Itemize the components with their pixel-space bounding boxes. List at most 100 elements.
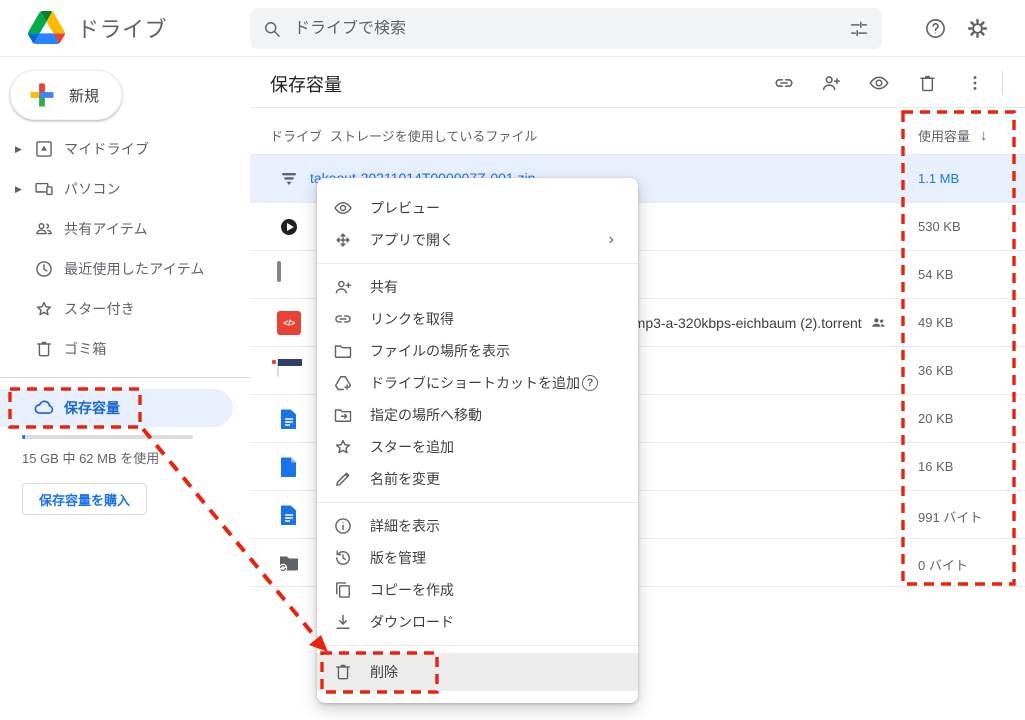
location-label[interactable]: ドライブ xyxy=(270,126,322,145)
menu-item-show-file-location[interactable]: ファイルの場所を表示 xyxy=(317,335,638,367)
sidebar-item-storage-selected[interactable]: 保存容量 xyxy=(0,389,233,427)
help-icon[interactable]: ? xyxy=(582,375,598,391)
menu-item-rename[interactable]: 名前を変更 xyxy=(317,463,638,495)
sidebar-item-shared-with-me[interactable]: 共有アイテム xyxy=(0,209,250,249)
menu-item-make-copy[interactable]: コピーを作成 xyxy=(317,574,638,606)
sidebar-item-label: マイドライブ xyxy=(64,141,150,157)
size-column-label: 使用容量 xyxy=(918,129,971,144)
sidebar-item-label: ゴミ箱 xyxy=(64,341,107,357)
menu-divider xyxy=(317,645,638,646)
menu-item-add-shortcut-to-drive[interactable]: ドライブにショートカットを追加 ? xyxy=(317,367,638,399)
my-drive-icon xyxy=(36,141,52,157)
sidebar-item-label: 共有アイテム xyxy=(64,221,148,237)
download-icon xyxy=(336,614,350,629)
menu-item-add-star[interactable]: スターを追加 xyxy=(317,431,638,463)
storage-progress-fill xyxy=(22,435,25,439)
menu-item-download[interactable]: ダウンロード xyxy=(317,606,638,638)
star-icon xyxy=(36,301,52,316)
help-icon[interactable] xyxy=(920,13,950,43)
expand-arrow-icon[interactable]: ▶ xyxy=(15,144,22,155)
storage-usage-text: 15 GB 中 62 MB を使用 xyxy=(22,451,160,466)
top-app-bar: ドライブ xyxy=(0,0,1025,57)
document-file-icon xyxy=(281,409,296,429)
sidebar-item-trash[interactable]: ゴミ箱 xyxy=(0,329,250,369)
star-icon xyxy=(335,439,351,454)
file-size: 20 KB xyxy=(918,411,954,426)
files-using-storage-label: ストレージを使用しているファイル xyxy=(330,129,538,144)
person-add-icon xyxy=(335,280,352,294)
webpage-image-file-icon xyxy=(272,358,302,377)
drive-logo-block[interactable]: ドライブ xyxy=(28,11,167,44)
add-shortcut-icon xyxy=(334,376,352,391)
file-size: 0 バイト xyxy=(918,558,968,573)
search-bar[interactable] xyxy=(250,8,882,49)
eye-icon xyxy=(334,202,352,214)
file-size: 49 KB xyxy=(918,315,954,330)
file-size: 530 KB xyxy=(918,219,961,234)
size-column-header[interactable]: 使用容量 ↓ xyxy=(918,126,988,145)
trash-icon xyxy=(37,341,51,357)
sidebar-item-my-drive[interactable]: ▶ マイドライブ xyxy=(0,129,250,169)
main-titlebar: 保存容量 xyxy=(250,57,1025,108)
sidebar-item-computers[interactable]: ▶ パソコン xyxy=(0,169,250,209)
file-size: 1.1 MB xyxy=(918,171,960,186)
more-options-icon[interactable] xyxy=(961,69,989,97)
computers-icon xyxy=(35,182,53,196)
search-options-tune-icon[interactable] xyxy=(848,18,870,40)
menu-item-share[interactable]: 共有 xyxy=(317,271,638,303)
sidebar-item-label: 最近使用したアイテム xyxy=(64,261,205,277)
page-title: 保存容量 xyxy=(270,75,342,95)
list-header: ドライブ ストレージを使用しているファイル 使用容量 ↓ xyxy=(250,108,1025,155)
search-input[interactable] xyxy=(294,19,848,38)
menu-item-view-details[interactable]: 詳細を表示 xyxy=(317,510,638,542)
buy-storage-button[interactable]: 保存容量を購入 xyxy=(22,483,148,515)
version-history-icon xyxy=(336,550,350,565)
folder-icon xyxy=(334,345,352,358)
file-size: 54 KB xyxy=(918,267,954,282)
google-drive-logo-icon xyxy=(28,11,65,44)
sidebar-item-label: スター付き xyxy=(64,301,135,317)
menu-divider xyxy=(317,502,638,503)
menu-item-delete[interactable]: 削除 xyxy=(317,653,638,691)
toolbar-separator xyxy=(1002,71,1003,95)
generic-blue-file-icon xyxy=(281,457,296,477)
search-icon xyxy=(265,21,280,37)
file-size: 36 KB xyxy=(918,363,954,378)
delete-trash-icon[interactable] xyxy=(913,69,941,97)
new-button[interactable]: 新規 xyxy=(10,70,122,120)
expand-arrow-icon[interactable]: ▶ xyxy=(15,184,22,195)
storage-progress-bar xyxy=(22,435,193,439)
context-menu: プレビュー アプリで開く › 共有 リンクを取得 ファイルの場所を表示 ドライブ… xyxy=(317,178,638,703)
menu-item-move-to[interactable]: 指定の場所へ移動 xyxy=(317,399,638,431)
link-icon xyxy=(335,315,351,323)
cloud-storage-icon xyxy=(34,400,54,414)
menu-item-open-with[interactable]: アプリで開く › xyxy=(317,224,638,256)
sidebar-divider xyxy=(0,377,250,378)
trash-icon xyxy=(336,664,350,680)
torrent-file-icon: </> xyxy=(277,311,301,335)
move-to-folder-icon xyxy=(334,409,352,422)
preview-eye-icon[interactable] xyxy=(865,69,893,97)
copy-icon xyxy=(336,582,350,598)
menu-divider xyxy=(317,263,638,264)
menu-item-get-link[interactable]: リンクを取得 xyxy=(317,303,638,335)
synced-folder-icon xyxy=(278,556,298,573)
document-file-icon xyxy=(281,505,296,525)
sidebar-item-starred[interactable]: スター付き xyxy=(0,289,250,329)
app-title: ドライブ xyxy=(77,16,168,42)
get-link-icon[interactable] xyxy=(770,69,798,97)
file-name: -mp3-a-320kbps-eichbaum (2).torrent xyxy=(629,314,887,331)
menu-item-manage-versions[interactable]: 版を管理 xyxy=(317,542,638,574)
storage-item-label: 保存容量 xyxy=(64,400,120,416)
settings-gear-icon[interactable] xyxy=(962,13,992,43)
shared-people-icon xyxy=(36,223,52,235)
menu-item-preview[interactable]: プレビュー xyxy=(317,192,638,224)
file-size: 16 KB xyxy=(918,459,954,474)
sidebar: 新規 ▶ マイドライブ ▶ パソコン 共有アイテム 最近使用したアイテム スター… xyxy=(0,57,250,720)
sidebar-item-recent[interactable]: 最近使用したアイテム xyxy=(0,249,250,289)
rename-pencil-icon xyxy=(336,472,350,486)
share-person-add-icon[interactable] xyxy=(817,69,845,97)
sort-descending-arrow-icon[interactable]: ↓ xyxy=(980,127,988,144)
image-file-icon xyxy=(277,261,281,282)
shared-people-icon xyxy=(871,318,885,327)
